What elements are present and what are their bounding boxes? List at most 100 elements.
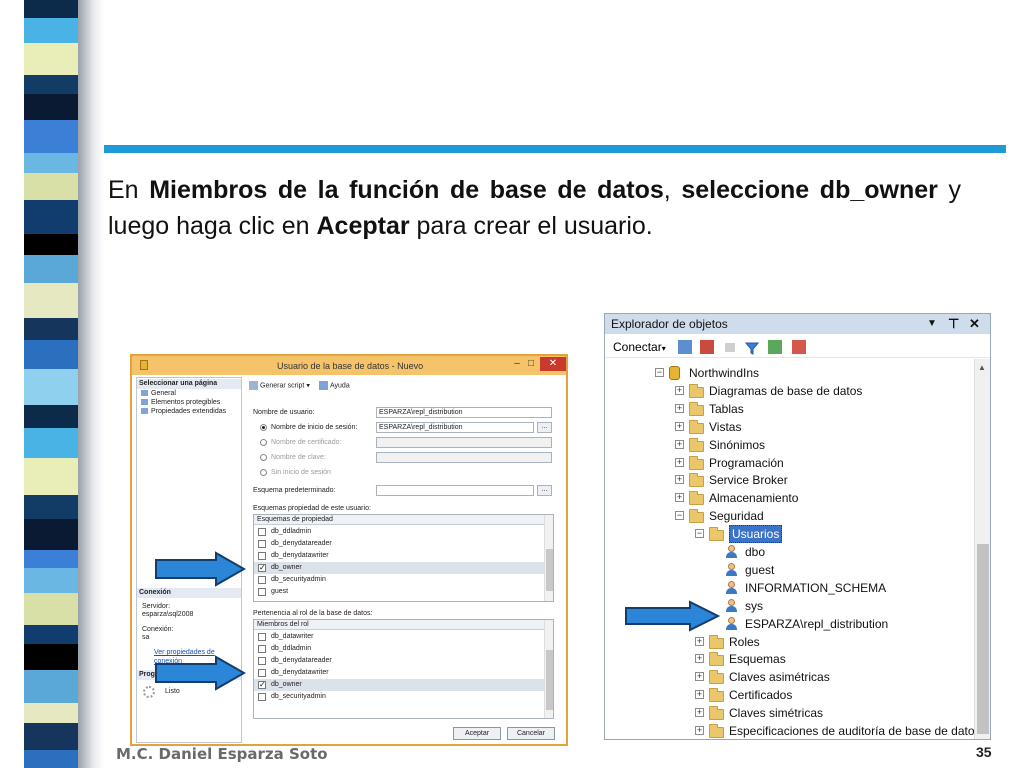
checkbox[interactable] (258, 679, 266, 691)
expand-icon[interactable]: + (695, 726, 704, 735)
scroll-thumb[interactable] (977, 544, 989, 734)
checkbox[interactable] (258, 633, 266, 641)
checkbox[interactable] (258, 669, 266, 677)
expand-icon[interactable]: + (695, 636, 704, 646)
expand-icon[interactable]: + (675, 457, 684, 467)
list-item[interactable]: db_ddladmin (254, 526, 544, 538)
default-schema-input[interactable] (376, 485, 534, 496)
list-item[interactable]: db_owner (254, 562, 544, 574)
checkbox[interactable] (258, 657, 266, 665)
role-members-scrollbar[interactable] (544, 620, 553, 718)
expand-icon[interactable]: + (675, 475, 684, 485)
tree-node[interactable]: + Vistas (605, 418, 979, 436)
cancel-button[interactable]: Cancelar (507, 727, 555, 740)
scroll-thumb[interactable] (546, 650, 553, 710)
login-browse-button[interactable]: ... (537, 422, 552, 433)
list-item[interactable]: db_securityadmin (254, 574, 544, 586)
pin-icon[interactable]: ⊤ (948, 314, 959, 334)
tree-node[interactable]: + Sinónimos (605, 436, 979, 454)
connect-button[interactable]: Conectar▾ (613, 336, 666, 360)
user-name-input[interactable]: ESPARZA\repl_distribution (376, 407, 552, 418)
list-item[interactable]: db_denydatawriter (254, 667, 544, 679)
tree-node[interactable]: − NorthwindIns (605, 364, 979, 382)
help-button[interactable]: Ayuda (319, 381, 350, 390)
checkbox[interactable] (258, 562, 266, 574)
expand-icon[interactable]: + (695, 654, 704, 664)
list-item[interactable]: db_owner (254, 679, 544, 691)
checkbox[interactable] (258, 645, 266, 653)
object-explorer-scrollbar[interactable]: ▲ (974, 359, 990, 739)
disconnect-icon[interactable] (700, 340, 714, 354)
refresh-icon[interactable] (768, 340, 782, 354)
login-name-radio[interactable] (260, 424, 267, 431)
expand-icon[interactable]: + (675, 403, 684, 413)
expand-icon[interactable]: + (675, 421, 684, 431)
expand-icon[interactable]: + (675, 439, 684, 449)
tree-node[interactable]: + Programación (605, 454, 979, 472)
checkbox[interactable] (258, 576, 266, 584)
certificate-name-input[interactable] (376, 437, 552, 448)
certificate-name-radio[interactable] (260, 439, 267, 446)
collapse-icon[interactable]: − (675, 511, 684, 521)
tree-node[interactable]: dbo (605, 543, 979, 561)
page-extended-properties[interactable]: Propiedades extendidas (141, 408, 226, 415)
tree-node[interactable]: − Usuarios (605, 525, 979, 544)
tree-node[interactable]: + Service Broker (605, 471, 979, 489)
activity-monitor-icon[interactable] (792, 340, 806, 354)
expand-icon[interactable]: + (695, 672, 704, 682)
expand-icon[interactable]: + (695, 708, 704, 718)
list-item[interactable]: db_denydatawriter (254, 550, 544, 562)
key-name-radio[interactable] (260, 454, 267, 461)
scroll-up-icon[interactable]: ▲ (978, 363, 986, 372)
stop-icon[interactable] (725, 343, 735, 352)
schema-browse-button[interactable]: ... (537, 485, 552, 496)
tree-node[interactable]: + Diagramas de base de datos (605, 382, 979, 400)
minimize-icon[interactable]: – (510, 357, 524, 371)
tree-node[interactable]: + Claves asimétricas (605, 668, 979, 686)
list-item[interactable]: db_denydatareader (254, 655, 544, 667)
tree-node[interactable]: INFORMATION_SCHEMA (605, 579, 979, 597)
login-name-input[interactable]: ESPARZA\repl_distribution (376, 422, 534, 433)
list-item[interactable]: db_datawriter (254, 631, 544, 643)
tree-node-label: Diagramas de base de datos (709, 383, 863, 398)
tree-node[interactable]: − Seguridad (605, 507, 979, 525)
tree-node[interactable]: + Certificados (605, 686, 979, 704)
collapse-icon[interactable]: − (695, 529, 704, 539)
page-securables[interactable]: Elementos protegibles (141, 399, 220, 406)
tree-node[interactable]: + Claves simétricas (605, 704, 979, 722)
owned-schemas-scrollbar[interactable] (544, 515, 553, 601)
checkbox[interactable] (258, 588, 266, 596)
expand-icon[interactable]: + (675, 493, 684, 503)
list-item[interactable]: guest (254, 586, 544, 598)
list-item[interactable]: db_securityadmin (254, 691, 544, 703)
checkbox[interactable] (258, 540, 266, 548)
key-name-input[interactable] (376, 452, 552, 463)
window-position-icon[interactable]: ▼ (927, 314, 937, 334)
expand-icon[interactable]: + (695, 690, 704, 700)
close-icon[interactable]: ✕ (540, 357, 566, 371)
maximize-icon[interactable]: □ (524, 357, 538, 371)
checkbox[interactable] (258, 528, 266, 536)
tree-node[interactable]: guest (605, 561, 979, 579)
page-general[interactable]: General (141, 390, 176, 397)
collapse-icon[interactable]: − (655, 368, 664, 377)
filter-icon[interactable] (744, 340, 760, 355)
tree-node-label: Certificados (729, 688, 793, 703)
tree-node[interactable]: + Especificaciones de auditoría de base d… (605, 722, 981, 739)
tree-node[interactable]: + Tablas (605, 400, 979, 418)
generate-script-button[interactable]: Generar script ▾ (249, 381, 310, 390)
connect-server-icon[interactable] (678, 340, 692, 354)
close-icon[interactable]: ✕ (969, 314, 980, 334)
no-login-radio[interactable] (260, 469, 267, 476)
ok-button[interactable]: Aceptar (453, 727, 501, 740)
tree-node[interactable]: + Esquemas (605, 650, 979, 668)
scroll-thumb[interactable] (546, 549, 553, 591)
list-item[interactable]: db_denydatareader (254, 538, 544, 550)
checkbox[interactable] (258, 693, 266, 701)
expand-icon[interactable]: + (675, 385, 684, 395)
connection-label: Conexión: (142, 626, 174, 633)
list-item[interactable]: db_ddladmin (254, 643, 544, 655)
tree-node[interactable]: + Almacenamiento (605, 489, 979, 507)
checkbox[interactable] (258, 552, 266, 560)
tree-node[interactable]: + Roles (605, 633, 979, 651)
